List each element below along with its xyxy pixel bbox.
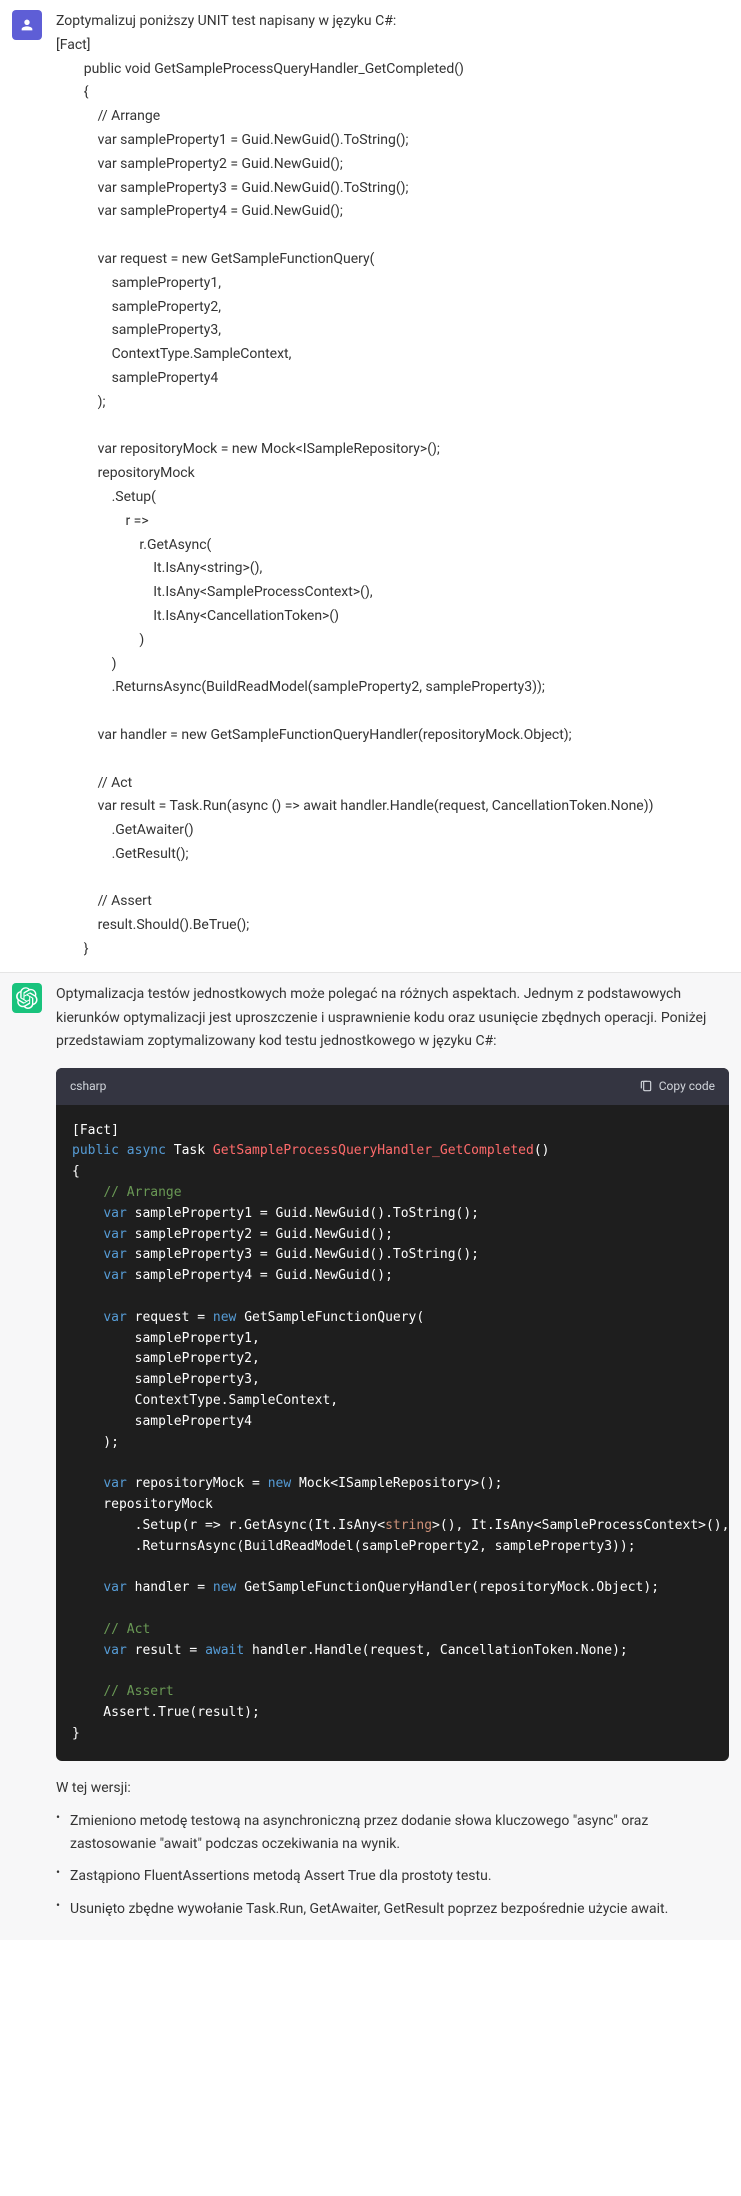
code-body[interactable]: [Fact] public async Task GetSampleProces… — [56, 1105, 729, 1761]
summary-intro: W tej wersji: — [56, 1777, 729, 1801]
assistant-message: Optymalizacja testów jednostkowych może … — [0, 972, 741, 1940]
bullet-item: Zastąpiono FluentAssertions metodą Asser… — [56, 1865, 729, 1887]
bullet-item: Usunięto zbędne wywołanie Task.Run, GetA… — [56, 1898, 729, 1920]
assistant-avatar — [12, 983, 42, 1013]
openai-icon — [16, 987, 38, 1009]
code-language-label: csharp — [70, 1076, 106, 1096]
copy-code-label: Copy code — [659, 1076, 715, 1096]
user-avatar — [12, 10, 42, 40]
user-message: Zoptymalizuj poniższy UNIT test napisany… — [0, 0, 741, 972]
assistant-message-content: Optymalizacja testów jednostkowych może … — [56, 983, 729, 1930]
assistant-intro-text: Optymalizacja testów jednostkowych może … — [56, 983, 729, 1054]
user-intro-text: Zoptymalizuj poniższy UNIT test napisany… — [56, 10, 729, 34]
bullet-item: Zmieniono metodę testową na asynchronicz… — [56, 1810, 729, 1855]
clipboard-icon — [639, 1079, 653, 1093]
code-block: csharp Copy code [Fact] public async Tas… — [56, 1068, 729, 1760]
copy-code-button[interactable]: Copy code — [639, 1076, 715, 1096]
code-content: [Fact] public async Task GetSampleProces… — [72, 1121, 713, 1745]
user-code-block: [Fact] public void GetSampleProcessQuery… — [56, 34, 729, 962]
person-icon — [19, 17, 35, 33]
summary-bullets: Zmieniono metodę testową na asynchronicz… — [56, 1810, 729, 1920]
code-header: csharp Copy code — [56, 1068, 729, 1104]
user-message-content: Zoptymalizuj poniższy UNIT test napisany… — [56, 10, 729, 962]
